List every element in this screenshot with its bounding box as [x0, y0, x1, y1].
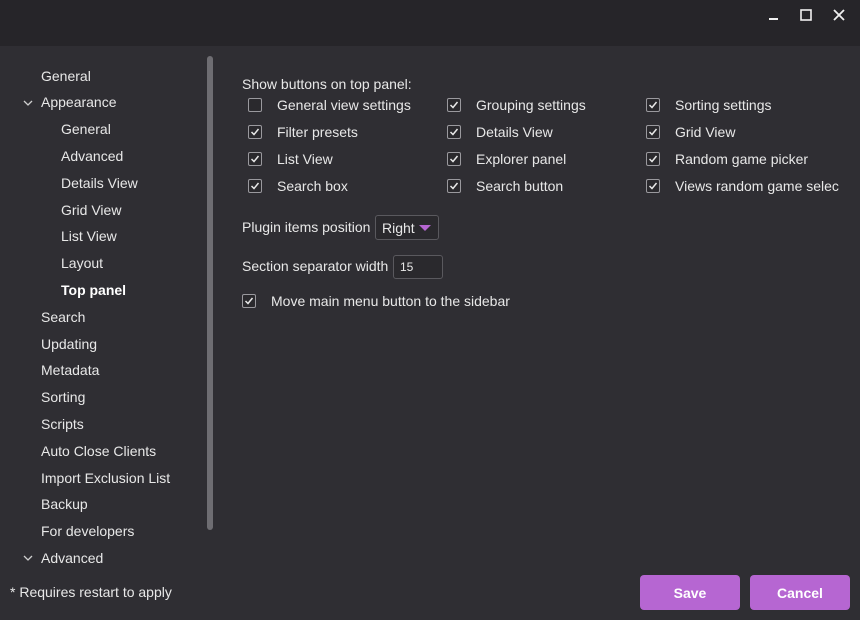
sidebar-scrollbar[interactable]: [207, 56, 213, 530]
checkmark-icon: [648, 101, 658, 109]
checkbox-grid-view[interactable]: Grid View: [646, 123, 735, 141]
checkbox-sorting-settings[interactable]: Sorting settings: [646, 96, 772, 114]
checkmark-icon: [449, 101, 459, 109]
checkbox-label: List View: [277, 151, 333, 167]
checkmark-icon: [250, 128, 260, 136]
minimize-icon: [769, 18, 778, 20]
checkbox-box[interactable]: [242, 294, 256, 308]
sidebar-item-for-developers[interactable]: For developers: [41, 518, 134, 544]
close-icon: [833, 9, 845, 21]
save-button[interactable]: Save: [640, 575, 740, 610]
checkbox-box[interactable]: [248, 152, 262, 166]
checkbox-search-box[interactable]: Search box: [248, 177, 348, 195]
checkbox-box[interactable]: [646, 179, 660, 193]
settings-content: Show buttons on top panel: General view …: [222, 46, 860, 564]
dropdown-arrow-icon: [419, 225, 431, 231]
checkbox-label: Search button: [476, 178, 564, 194]
sidebar-item-scripts[interactable]: Scripts: [41, 411, 84, 437]
checkbox-label: Grid View: [675, 124, 736, 140]
checkmark-icon: [250, 182, 260, 190]
separator-width-label: Section separator width: [242, 258, 389, 274]
sidebar-item-appearance-advanced[interactable]: Advanced: [61, 143, 123, 169]
close-button[interactable]: [823, 0, 855, 30]
checkbox-label: General view settings: [277, 97, 411, 113]
checkbox-box[interactable]: [248, 125, 262, 139]
sidebar-item-search[interactable]: Search: [41, 304, 85, 330]
checkbox-label: Explorer panel: [476, 151, 567, 167]
dialog-footer: * Requires restart to apply Save Cancel: [0, 564, 860, 620]
checkbox-search-button[interactable]: Search button: [447, 177, 563, 195]
checkbox-move-main-menu[interactable]: Move main menu button to the sidebar: [242, 292, 510, 310]
title-bar: [0, 0, 860, 46]
plugin-position-label: Plugin items position: [242, 219, 371, 235]
sidebar-item-grid-view[interactable]: Grid View: [61, 197, 121, 223]
sidebar-item-auto-close-clients[interactable]: Auto Close Clients: [41, 438, 156, 464]
checkbox-grouping-settings[interactable]: Grouping settings: [447, 96, 586, 114]
checkbox-general-view-settings[interactable]: General view settings: [248, 96, 411, 114]
restart-note: * Requires restart to apply: [10, 584, 172, 600]
checkbox-box[interactable]: [447, 98, 461, 112]
sidebar-item-advanced[interactable]: Advanced: [41, 545, 103, 564]
minimize-button[interactable]: [758, 0, 790, 30]
sidebar-item-import-exclusion-list[interactable]: Import Exclusion List: [41, 465, 170, 491]
checkbox-filter-presets[interactable]: Filter presets: [248, 123, 358, 141]
sidebar-item-backup[interactable]: Backup: [41, 491, 88, 517]
checkmark-icon: [648, 128, 658, 136]
checkbox-label: Search box: [277, 178, 348, 194]
separator-width-input[interactable]: 15: [393, 255, 443, 279]
sidebar-item-appearance-general[interactable]: General: [61, 116, 111, 142]
checkbox-label: Grouping settings: [476, 97, 586, 113]
sidebar-item-metadata[interactable]: Metadata: [41, 357, 99, 383]
maximize-button[interactable]: [790, 0, 822, 30]
chevron-down-icon[interactable]: [22, 97, 34, 109]
checkbox-box[interactable]: [646, 98, 660, 112]
cancel-button[interactable]: Cancel: [750, 575, 850, 610]
checkbox-label: Random game picker: [675, 151, 809, 167]
checkbox-label: Move main menu button to the sidebar: [271, 293, 510, 309]
maximize-icon: [800, 9, 812, 21]
checkbox-random-game-picker[interactable]: Random game picker: [646, 150, 808, 168]
checkbox-label: Filter presets: [277, 124, 358, 140]
checkbox-box[interactable]: [447, 125, 461, 139]
checkmark-icon: [449, 155, 459, 163]
checkmark-icon: [449, 128, 459, 136]
checkbox-views-random-game-selector[interactable]: Views random game selec: [646, 177, 839, 195]
checkbox-details-view[interactable]: Details View: [447, 123, 553, 141]
checkbox-list-view[interactable]: List View: [248, 150, 333, 168]
checkbox-box[interactable]: [646, 125, 660, 139]
checkbox-box[interactable]: [646, 152, 660, 166]
checkbox-explorer-panel[interactable]: Explorer panel: [447, 150, 566, 168]
checkbox-box[interactable]: [248, 179, 262, 193]
chevron-down-icon[interactable]: [22, 552, 34, 564]
sidebar-item-top-panel[interactable]: Top panel: [61, 277, 126, 303]
checkmark-icon: [648, 155, 658, 163]
checkbox-box[interactable]: [447, 152, 461, 166]
settings-sidebar: General Appearance General Advanced Deta…: [0, 46, 222, 564]
sidebar-item-appearance[interactable]: Appearance: [41, 89, 117, 115]
checkbox-label: Sorting settings: [675, 97, 772, 113]
checkbox-box[interactable]: [248, 98, 262, 112]
checkbox-box[interactable]: [447, 179, 461, 193]
plugin-position-value: Right: [382, 219, 415, 236]
section-title: Show buttons on top panel:: [242, 76, 412, 92]
checkbox-label: Views random game selec: [675, 178, 839, 194]
plugin-position-select[interactable]: Right: [375, 215, 439, 240]
sidebar-item-layout[interactable]: Layout: [61, 250, 103, 276]
sidebar-item-sorting[interactable]: Sorting: [41, 384, 85, 410]
sidebar-item-general[interactable]: General: [41, 63, 91, 89]
checkmark-icon: [449, 182, 459, 190]
checkbox-label: Details View: [476, 124, 553, 140]
sidebar-item-updating[interactable]: Updating: [41, 331, 97, 357]
sidebar-item-details-view[interactable]: Details View: [61, 170, 138, 196]
checkmark-icon: [250, 155, 260, 163]
checkmark-icon: [648, 182, 658, 190]
checkmark-icon: [244, 297, 254, 305]
sidebar-item-list-view[interactable]: List View: [61, 223, 117, 249]
